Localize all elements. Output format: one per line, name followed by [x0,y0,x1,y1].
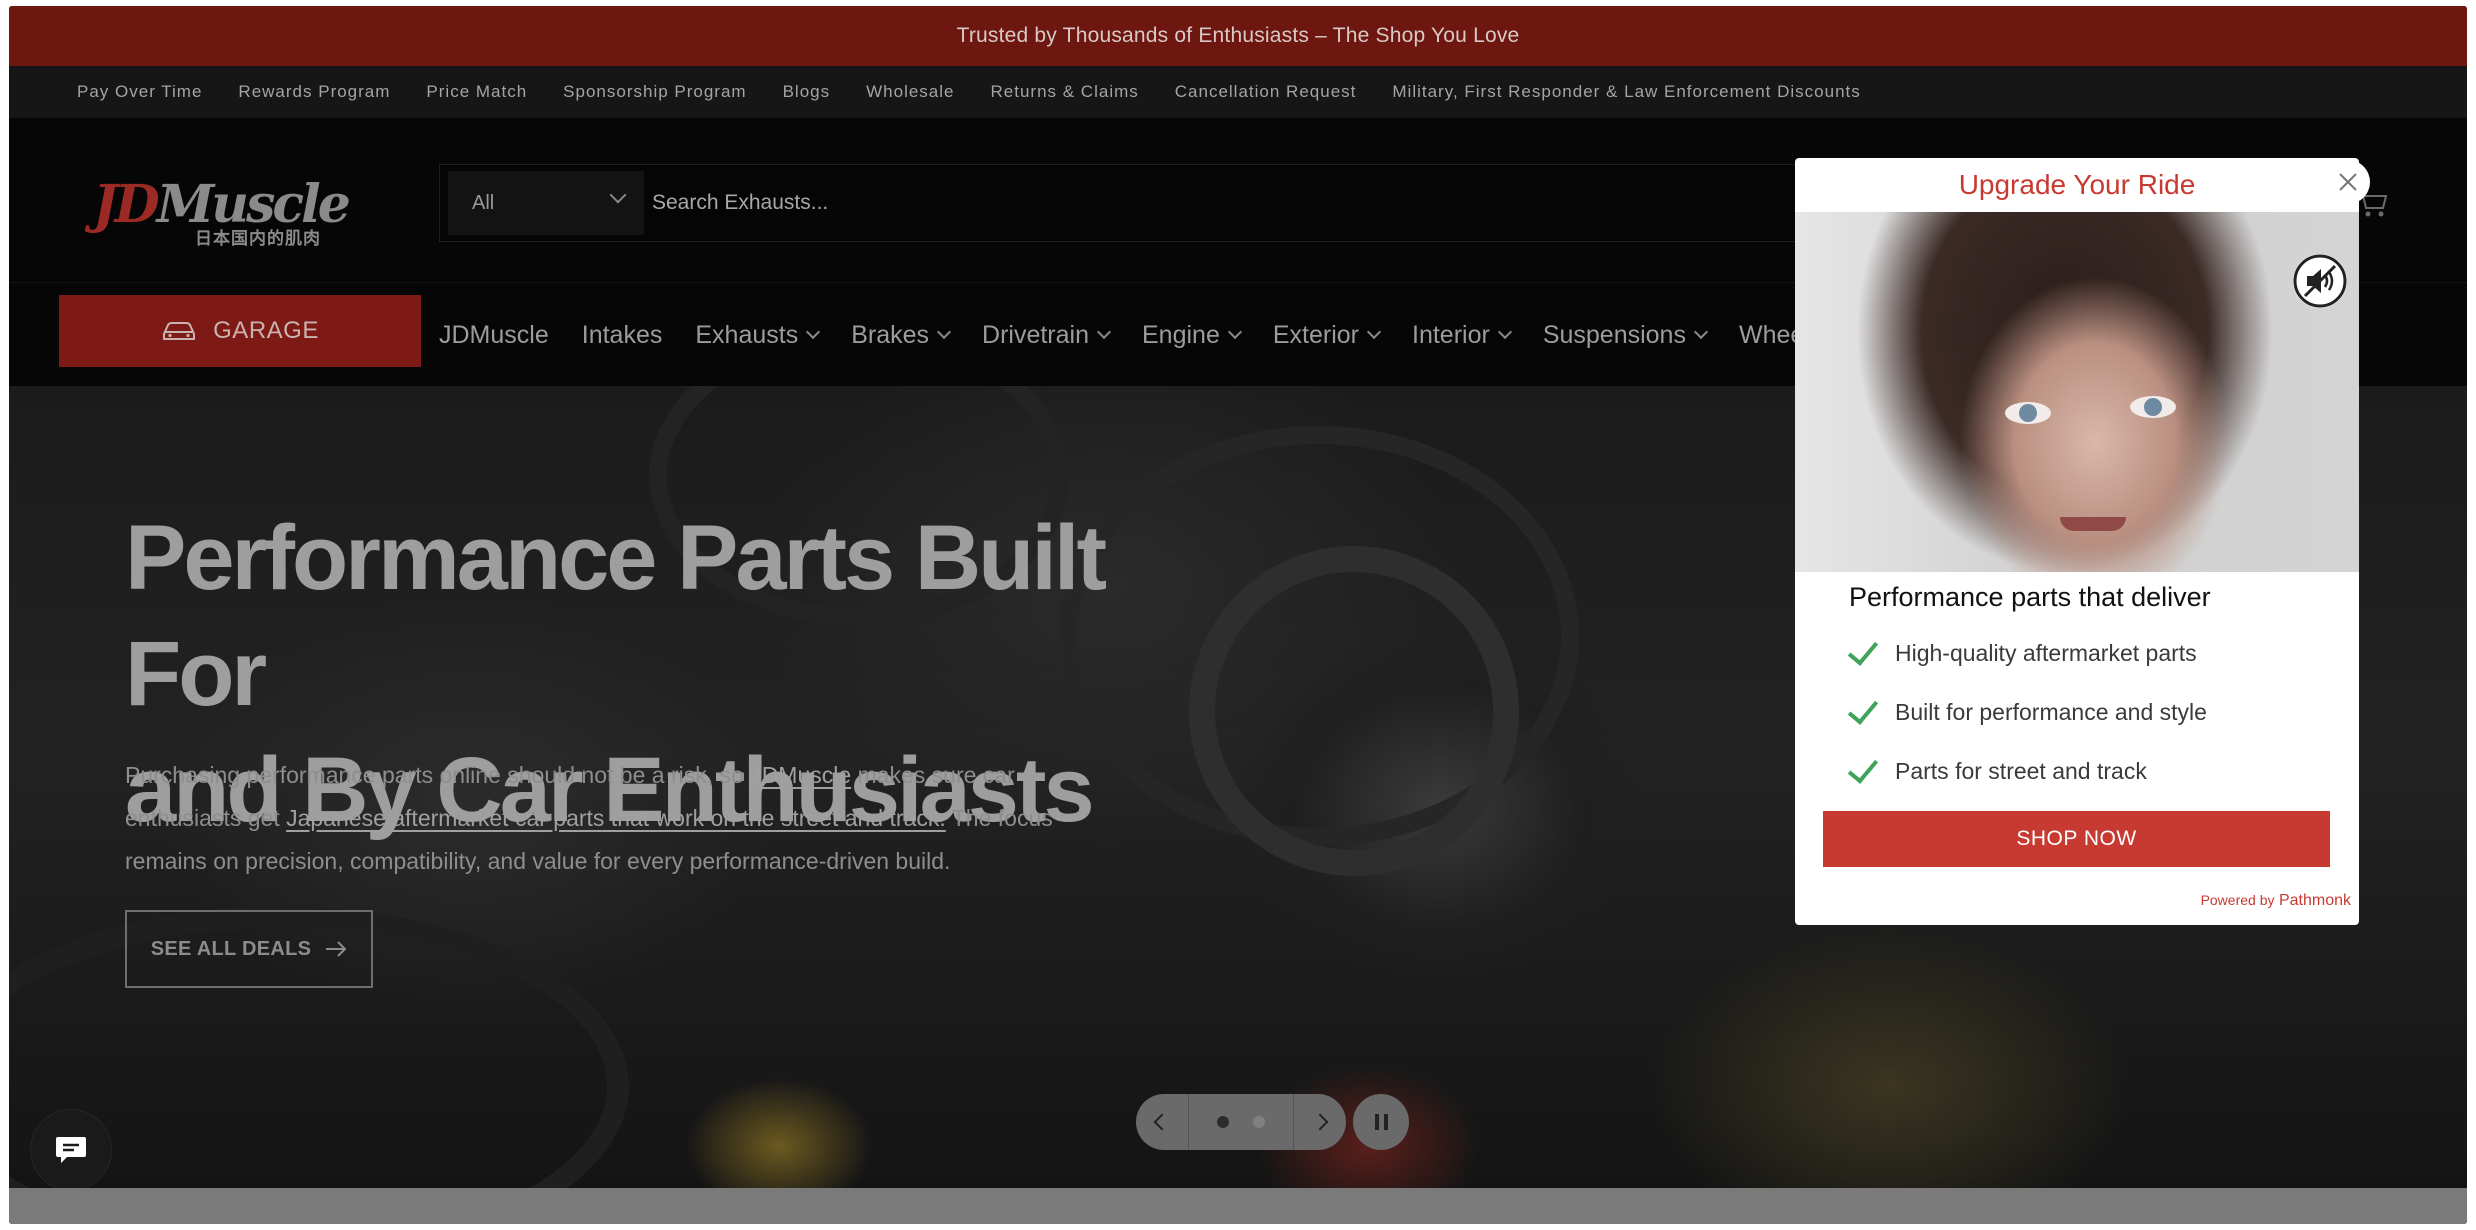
chevron-down-icon [1693,324,1709,340]
nav-item-label: Exterior [1272,320,1359,349]
shop-now-button[interactable]: SHOP NOW [1823,811,2330,867]
popup-feature: Built for performance and style [1847,692,2207,726]
chevron-left-icon [1153,1113,1171,1131]
arrow-right-icon [326,941,347,957]
utility-link-rewards[interactable]: Rewards Program [238,82,390,102]
nav-item-label: Suspensions [1542,320,1686,349]
category-select-value: All [472,191,495,214]
car-icon [163,322,196,340]
popup-close-button[interactable] [2326,160,2370,204]
video-frame-detail [2005,402,2051,424]
hero-title-line-1: Performance Parts Built For [125,507,1107,725]
slider-dots [1189,1116,1293,1128]
utility-link-blogs[interactable]: Blogs [783,82,831,102]
chevron-down-icon [609,186,627,204]
hero-description: Purchasing performance parts online shou… [125,754,1105,883]
mute-speaker-glyph [2293,254,2347,308]
nav-item-drivetrain[interactable]: Drivetrain [982,320,1112,350]
promo-popup: Upgrade Your Ride Performance parts that… [1795,158,2359,925]
popup-feature: High-quality aftermarket parts [1847,633,2197,667]
garage-button[interactable]: GARAGE [59,295,421,367]
chevron-right-icon [1311,1113,1329,1131]
video-frame-detail [2130,396,2176,418]
popup-feature: Parts for street and track [1847,751,2147,785]
nav-item-label: Exhausts [695,320,799,349]
slider-pause-button[interactable] [1353,1094,1409,1150]
hero-text: Purchasing performance parts online shou… [125,762,751,788]
chevron-down-icon [936,324,952,340]
powered-by[interactable]: Powered by Pathmonk [2201,892,2351,910]
chat-icon [56,1137,86,1163]
nav-item-suspensions[interactable]: Suspensions [1542,320,1709,350]
popup-title: Upgrade Your Ride [1958,169,2196,200]
search-bar: All [439,164,1819,242]
powered-by-prefix: Powered by [2200,892,2275,908]
check-icon [1847,692,1879,725]
nav-item-brakes[interactable]: Brakes [851,320,952,350]
utility-link-returns[interactable]: Returns & Claims [991,82,1139,102]
popup-video[interactable] [1795,212,2359,572]
chevron-down-icon [1366,324,1382,340]
nav-item-interior[interactable]: Interior [1412,320,1512,350]
popup-feature-text: Parts for street and track [1895,758,2147,784]
nav-menu: JDMuscle Intakes Exhausts Brakes Drivetr… [439,283,1855,387]
garage-label: GARAGE [213,317,319,344]
slider-prev-button[interactable] [1136,1094,1188,1150]
popup-feature-text: High-quality aftermarket parts [1895,640,2197,666]
utility-link-pay-over-time[interactable]: Pay Over Time [77,82,202,102]
chevron-down-icon [1497,324,1512,340]
mute-icon[interactable] [2293,254,2347,308]
chevron-down-icon [1096,324,1112,340]
nav-item-jdmuscle[interactable]: JDMuscle [439,321,549,350]
slider-dot-2[interactable] [1253,1116,1265,1128]
pause-icon-bar [1383,1114,1388,1130]
utility-link-wholesale[interactable]: Wholesale [866,82,954,102]
chat-button[interactable] [31,1110,111,1190]
utility-link-military-discounts[interactable]: Military, First Responder & Law Enforcem… [1392,82,1860,102]
utility-link-sponsorship[interactable]: Sponsorship Program [563,82,746,102]
nav-item-label: Engine [1142,320,1220,349]
logo-subtitle: 日本国内的肌肉 [195,229,321,248]
check-icon [1847,633,1879,666]
nav-item-label: Intakes [581,320,663,349]
nav-item-label: Brakes [851,320,930,349]
nav-item-engine[interactable]: Engine [1142,320,1242,350]
check-icon [1847,751,1879,784]
slider-next-button[interactable] [1294,1094,1346,1150]
site-logo[interactable]: JDMuscle 日本国内的肌肉 [93,174,363,250]
see-all-deals-button[interactable]: SEE ALL DEALS [125,910,373,988]
nav-item-exterior[interactable]: Exterior [1272,320,1382,350]
slider-dot-1[interactable] [1217,1116,1229,1128]
slider-controls [1136,1094,1346,1150]
hero-background-shape [1189,546,1519,876]
japanese-parts-link[interactable]: Japanese aftermarket car parts that work… [286,805,946,831]
chevron-down-icon [1227,324,1242,340]
category-select[interactable]: All [448,171,644,235]
page-bottom-strip [9,1188,2467,1224]
nav-item-label: Interior [1412,320,1490,349]
close-icon [2339,173,2357,191]
utility-nav: Pay Over Time Rewards Program Price Matc… [9,66,2467,118]
nav-item-label: Drivetrain [982,320,1089,349]
announcement-bar: Trusted by Thousands of Enthusiasts – Th… [9,6,2467,66]
popup-feature-text: Built for performance and style [1895,699,2207,725]
jdmuscle-link[interactable]: JDMuscle [750,762,851,788]
utility-link-cancellation[interactable]: Cancellation Request [1175,82,1357,102]
popup-heading: Performance parts that deliver [1849,582,2211,612]
nav-item-label: JDMuscle [439,320,549,349]
video-frame-detail [2060,517,2126,531]
utility-link-price-match[interactable]: Price Match [426,82,527,102]
powered-by-brand: Pathmonk [2278,892,2351,909]
see-all-deals-label: SEE ALL DEALS [150,937,312,960]
chevron-down-icon [806,324,821,340]
search-input[interactable] [652,171,1752,235]
nav-item-intakes[interactable]: Intakes [582,321,663,350]
nav-item-exhausts[interactable]: Exhausts [695,320,821,350]
pause-icon [1374,1114,1379,1130]
